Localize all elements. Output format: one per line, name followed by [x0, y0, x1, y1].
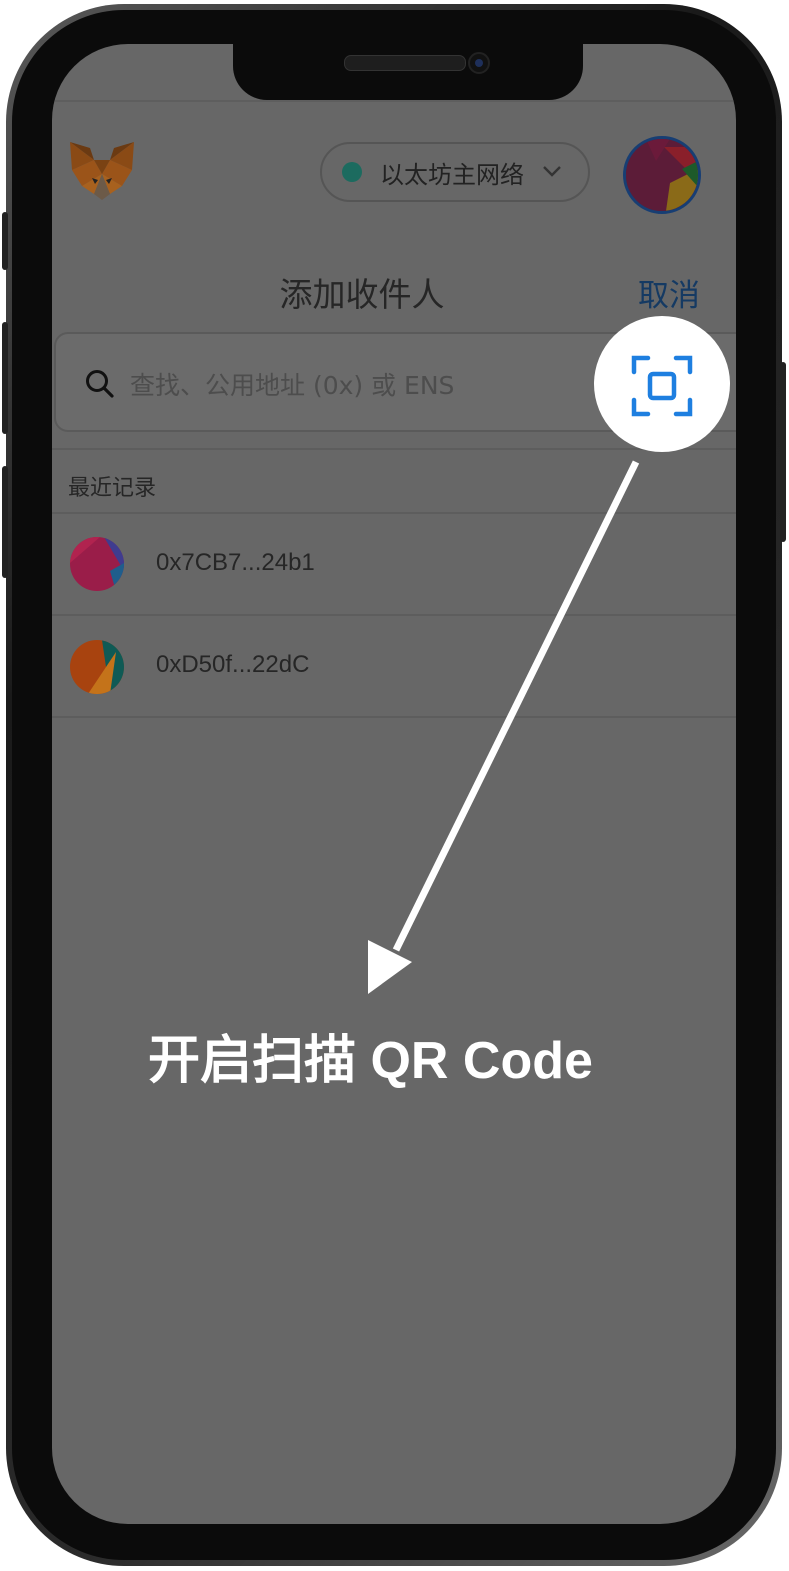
- status-divider: [52, 100, 736, 102]
- divider: [52, 448, 736, 450]
- volume-down-button: [2, 466, 8, 578]
- mute-switch: [2, 212, 8, 270]
- divider: [52, 614, 736, 616]
- recipient-address: 0xD50f...22dC: [156, 651, 310, 678]
- power-button: [780, 362, 786, 542]
- identicon: [626, 139, 698, 211]
- phone-notch: [233, 44, 583, 100]
- recipient-avatar: [70, 537, 124, 591]
- network-label: 以太坊主网络: [380, 160, 524, 189]
- page-title: 添加收件人: [279, 275, 445, 314]
- volume-up-button: [2, 322, 8, 434]
- chevron-down-icon: [543, 166, 561, 177]
- front-camera: [468, 52, 490, 74]
- metamask-fox-icon: [70, 142, 134, 200]
- app-screen: 以太坊主网络 添加收件人 取消 查找、公用地址 (0x) 或 ENS 最近记录: [52, 44, 736, 1524]
- cancel-button[interactable]: 取消: [638, 270, 700, 315]
- recent-section-label: 最近记录: [68, 476, 157, 501]
- earpiece-speaker: [344, 55, 466, 71]
- network-selector[interactable]: 以太坊主网络: [320, 142, 590, 202]
- search-placeholder: 查找、公用地址 (0x) 或 ENS: [130, 371, 455, 400]
- divider: [52, 512, 736, 514]
- network-status-dot: [342, 162, 362, 182]
- divider: [52, 716, 736, 718]
- search-icon: [86, 370, 114, 398]
- callout-text: 开启扫描 QR Code: [148, 1032, 593, 1090]
- qr-scan-icon[interactable]: [630, 354, 694, 418]
- account-avatar[interactable]: [623, 136, 701, 214]
- recipient-avatar: [70, 640, 124, 694]
- recipient-address: 0x7CB7...24b1: [156, 549, 315, 576]
